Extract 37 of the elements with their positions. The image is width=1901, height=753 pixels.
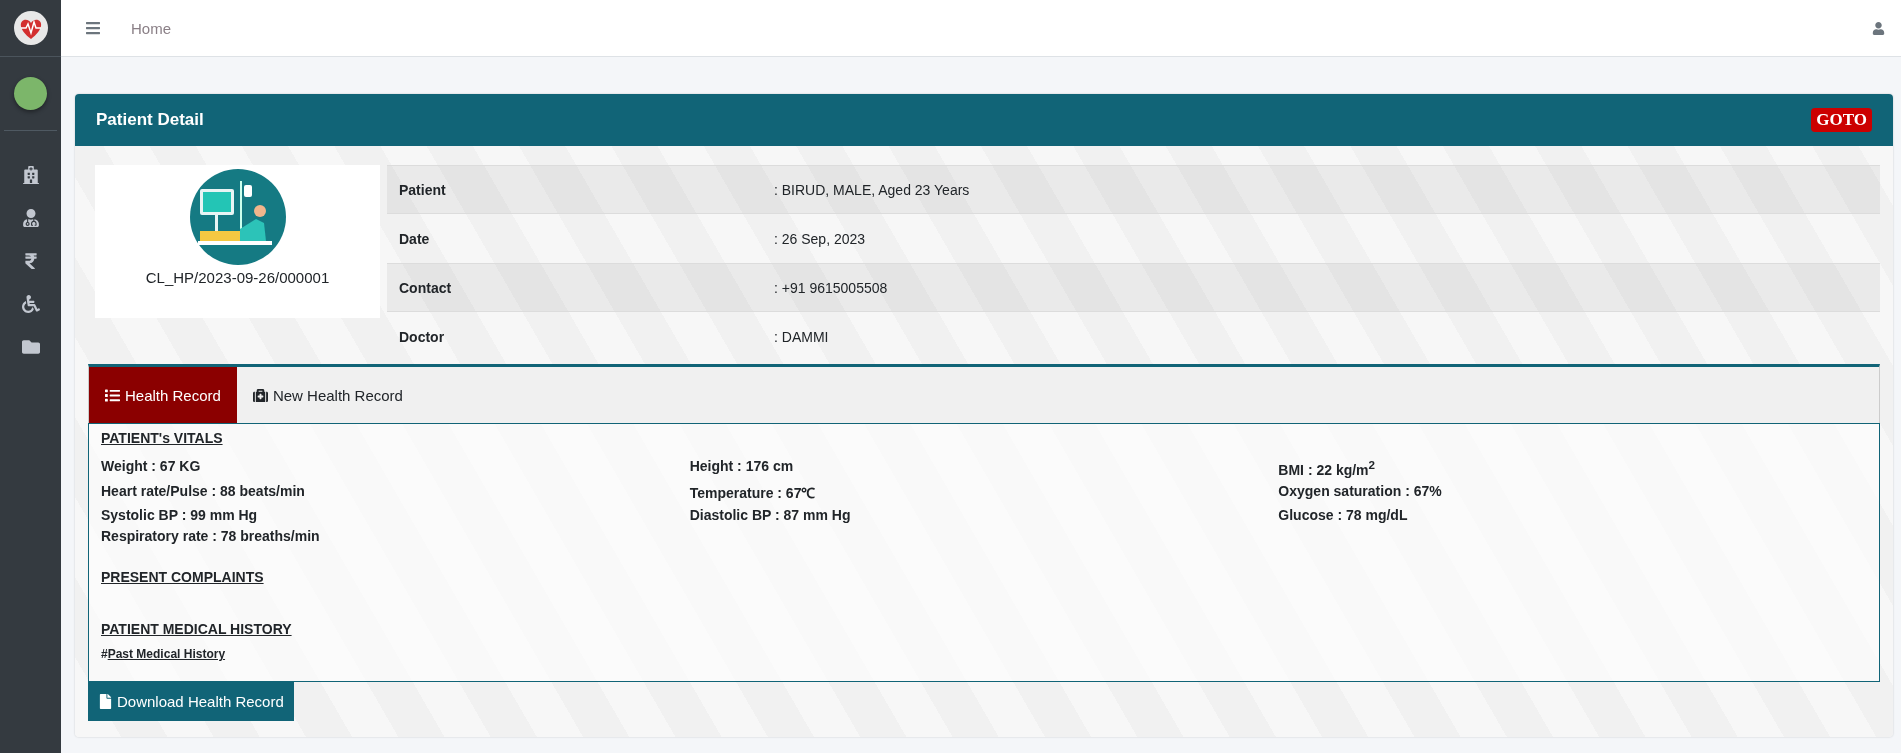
vital-reading: Height : 176 cm [689, 458, 795, 476]
vital-reading: BMI : 22 kg/m$^{2}$ [1278, 458, 1377, 478]
heart-logo-icon [12, 10, 49, 46]
vital-reading: Temperature : 67℃ [689, 483, 817, 502]
vital-reading: Oxygen saturation : 67% [1278, 482, 1443, 501]
vital-reading: Respiratory rate : 78 breaths/min [101, 527, 321, 544]
user-avatar[interactable] [14, 77, 47, 110]
section-title: PATIENT's VITALS [101, 430, 224, 446]
detail-label: Date [398, 230, 431, 247]
detail-label: Contact [398, 279, 453, 296]
user-icon[interactable] [1872, 21, 1885, 35]
patient-id: CL_HP/2023-09-26/000001 [145, 269, 330, 286]
detail-value: : DAMMI [774, 328, 829, 345]
card-title: Patient Detail [96, 110, 204, 130]
vital-reading: Heart rate/Pulse : 88 beats/min [101, 482, 306, 501]
download-button[interactable]: Download Health Record [88, 681, 294, 721]
goto-button[interactable]: GOTO [1811, 108, 1872, 132]
record-tab[interactable]: New Health Record [236, 367, 419, 423]
detail-value: : +91 9615005508 [774, 279, 888, 296]
history-link[interactable]: Past Medical History [107, 646, 226, 661]
vital-reading: Glucose : 78 mg/dL [1278, 506, 1409, 523]
medkit-icon [252, 387, 268, 403]
detail-value: : 26 Sep, 2023 [774, 230, 866, 247]
record-tab[interactable]: Health Record [89, 367, 237, 423]
section-title: PRESENT COMPLAINTS [101, 568, 265, 585]
file-icon [98, 693, 113, 709]
menu-button[interactable] [85, 20, 101, 36]
detail-label: Patient [398, 181, 447, 198]
detail-value: : BIRUD, MALE, Aged 23 Years [774, 181, 970, 198]
vital-reading: Diastolic BP : 87 mm Hg [689, 506, 852, 523]
section-title: PATIENT MEDICAL HISTORY [101, 620, 293, 637]
home-link[interactable]: Home [131, 19, 171, 37]
vital-reading: Weight : 67 KG [101, 458, 202, 476]
hash-mark: # [101, 646, 108, 661]
detail-label: Doctor [398, 328, 446, 345]
list-icon [105, 387, 120, 403]
vital-reading: Systolic BP : 99 mm Hg [101, 506, 259, 523]
